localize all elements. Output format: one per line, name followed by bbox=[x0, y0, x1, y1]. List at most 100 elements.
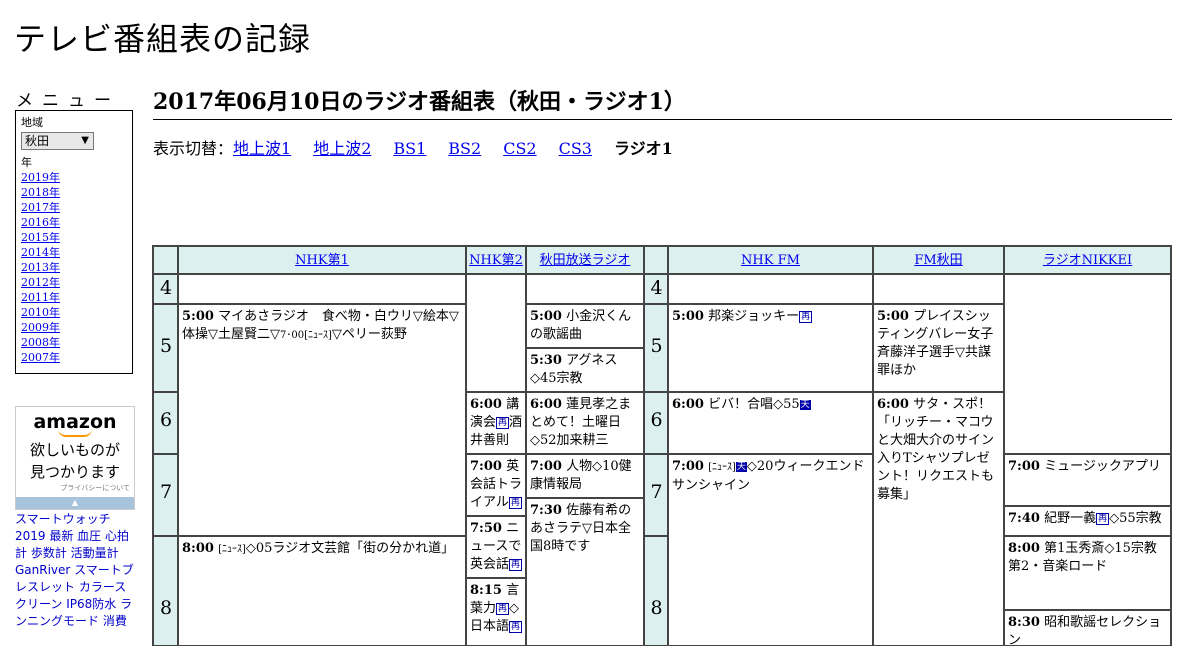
amazon-logo: amazon bbox=[33, 411, 117, 433]
weather-icon: 天 bbox=[799, 400, 811, 410]
year-link[interactable]: 2009年 bbox=[21, 320, 127, 335]
region-label: 地域 bbox=[21, 116, 43, 129]
year-link[interactable]: 2019年 bbox=[21, 170, 127, 185]
year-link[interactable]: 2011年 bbox=[21, 290, 127, 305]
program-time: 7:00 bbox=[470, 459, 502, 474]
program-cell[interactable]: 5:00 プレイスシッティングバレー女子斉藤洋子選手▽共謀罪ほか bbox=[872, 303, 1005, 393]
year-link[interactable]: 2007年 bbox=[21, 350, 127, 365]
program-title: サタ・スポ！「リッチー・マコウと大畑大介のサイン入りTシャツプレゼント！リクエス… bbox=[877, 397, 995, 502]
year-link[interactable]: 2014年 bbox=[21, 245, 127, 260]
program-cell[interactable]: 8:00 第1玉秀斎◇15宗教第2・音楽ロード bbox=[1003, 535, 1172, 611]
channel-link-nhkfm[interactable]: NHK FM bbox=[741, 253, 800, 268]
program-cell[interactable]: 8:30 昭和歌謡セレクション bbox=[1003, 609, 1172, 646]
rerun-icon: 再 bbox=[509, 559, 523, 571]
program-cell[interactable]: 7:50 ニュースで英会話再 bbox=[465, 515, 527, 579]
switch-link[interactable]: BS1 bbox=[393, 139, 426, 158]
switch-current: ラジオ1 bbox=[613, 139, 673, 158]
program-cell[interactable]: 7:00 人物◇10健康情報局 bbox=[525, 453, 645, 499]
ad-privacy-link[interactable]: プライバシーについて bbox=[16, 483, 134, 493]
rerun-icon: 再 bbox=[496, 603, 510, 615]
switch-link[interactable]: CS2 bbox=[503, 139, 536, 158]
program-time: 8:00 bbox=[1008, 541, 1040, 556]
switch-link[interactable]: 地上波2 bbox=[313, 139, 371, 158]
weather-icon: 天 bbox=[735, 462, 747, 472]
region-select[interactable]: 秋田 ▼ bbox=[21, 132, 94, 150]
program-cell[interactable]: 7:30 佐藤有希のあさラテ▽日本全国8時です bbox=[525, 497, 645, 646]
site-title: テレビ番組表の記録 bbox=[14, 20, 312, 58]
program-title: 邦楽ジョッキー bbox=[708, 309, 800, 324]
program-time: 7:30 bbox=[530, 503, 562, 518]
hour-cell: 6 bbox=[643, 391, 669, 455]
channel-header: FM秋田 bbox=[872, 245, 1005, 275]
program-cell[interactable]: 8:15 言葉力再 ◇日本語再 bbox=[465, 577, 527, 646]
program-time: 6:00 bbox=[530, 397, 562, 412]
channel-header: NHK FM bbox=[667, 245, 874, 275]
rerun-icon: 再 bbox=[799, 311, 813, 323]
region-select-value: 秋田 bbox=[25, 134, 50, 148]
ad-product-link[interactable]: スマートウォッチ 2019 最新 血圧 心拍計 歩数計 活動量計 GanRive… bbox=[15, 511, 137, 630]
program-time: 6:00 bbox=[672, 397, 704, 412]
rerun-icon: 再 bbox=[508, 497, 522, 509]
hour-cell: 7 bbox=[152, 453, 179, 537]
program-cell[interactable]: 5:00 小金沢くんの歌謡曲 bbox=[525, 303, 645, 349]
program-tag: [ﾆｭｰｽ] bbox=[218, 544, 246, 555]
hour-cell: 5 bbox=[152, 303, 179, 393]
rerun-icon: 再 bbox=[509, 621, 523, 633]
ad-tagline-1: 欲しいものが bbox=[29, 441, 120, 459]
amazon-ad[interactable]: amazon 欲しいものが 見つかります プライバシーについて ▲ bbox=[15, 406, 135, 510]
program-cell[interactable]: 6:00 蓮見孝之まとめて！土曜日◇52加来耕三 bbox=[525, 391, 645, 455]
program-cell[interactable]: 5:00 マイあさラジオ 食べ物・白ウリ▽絵本▽体操▽土屋賢二▽7･00[ﾆｭｰ… bbox=[177, 303, 467, 537]
menu-box: 地域 秋田 ▼ 年 2019年 2018年 2017年 2016年 2015年 … bbox=[15, 110, 133, 374]
program-detail: ▽ペリー荻野 bbox=[331, 327, 407, 342]
program-time: 6:00 bbox=[470, 397, 502, 412]
switch-label: 表示切替： bbox=[153, 139, 234, 158]
program-detail: ◇ bbox=[509, 601, 520, 616]
ad-expand-icon[interactable]: ▲ bbox=[16, 497, 134, 509]
program-title: ミュージックアプリ bbox=[1044, 459, 1161, 474]
year-link[interactable]: 2016年 bbox=[21, 215, 127, 230]
switch-link[interactable]: 地上波1 bbox=[233, 139, 291, 158]
channel-link-abs[interactable]: 秋田放送ラジオ bbox=[540, 253, 631, 268]
empty-slot bbox=[667, 273, 874, 305]
switch-link[interactable]: CS3 bbox=[559, 139, 592, 158]
year-link[interactable]: 2008年 bbox=[21, 335, 127, 350]
program-cell[interactable]: 6:00 ビバ！合唱◇55天 bbox=[667, 391, 874, 455]
program-cell[interactable]: 5:30 アグネス◇45宗教 bbox=[525, 347, 645, 393]
year-link[interactable]: 2010年 bbox=[21, 305, 127, 320]
rerun-icon: 再 bbox=[496, 417, 510, 429]
program-time: 5:00 bbox=[182, 309, 214, 324]
program-cell[interactable]: 7:40 紀野一義再 ◇55宗教 bbox=[1003, 505, 1172, 537]
empty-slot bbox=[872, 273, 1005, 305]
program-cell[interactable]: 7:00 ミュージックアプリ bbox=[1003, 453, 1172, 507]
rerun-icon: 再 bbox=[1096, 513, 1110, 525]
channel-link-nikkei[interactable]: ラジオNIKKEI bbox=[1043, 253, 1132, 268]
program-cell[interactable]: 6:00 サタ・スポ！「リッチー・マコウと大畑大介のサイン入りTシャツプレゼント… bbox=[872, 391, 1005, 646]
program-title: 紀野一義 bbox=[1044, 511, 1097, 526]
empty-slot bbox=[525, 273, 645, 305]
hour-cell: 4 bbox=[152, 273, 179, 305]
channel-link-nhk1[interactable]: NHK第1 bbox=[295, 253, 349, 268]
year-link[interactable]: 2018年 bbox=[21, 185, 127, 200]
channel-header: ラジオNIKKEI bbox=[1003, 245, 1172, 275]
program-time: 8:30 bbox=[1008, 615, 1040, 630]
program-cell[interactable]: 7:00 英会話トライアル再 bbox=[465, 453, 527, 517]
channel-link-nhk2[interactable]: NHK第2 bbox=[469, 253, 523, 268]
empty-slot bbox=[465, 273, 527, 393]
program-cell[interactable]: 6:00 講演会再酒井善則 bbox=[465, 391, 527, 455]
program-cell[interactable]: 7:00 [ﾆｭｰｽ]天◇20ウィークエンドサンシャイン bbox=[667, 453, 874, 646]
program-time: 5:30 bbox=[530, 353, 562, 368]
program-cell[interactable]: 5:00 邦楽ジョッキー再 bbox=[667, 303, 874, 393]
year-list: 2019年 2018年 2017年 2016年 2015年 2014年 2013… bbox=[21, 170, 127, 365]
program-time: 5:00 bbox=[672, 309, 704, 324]
chevron-down-icon: ▼ bbox=[81, 135, 89, 146]
year-link[interactable]: 2017年 bbox=[21, 200, 127, 215]
year-link[interactable]: 2012年 bbox=[21, 275, 127, 290]
year-link[interactable]: 2015年 bbox=[21, 230, 127, 245]
header-corner bbox=[643, 245, 669, 275]
year-link[interactable]: 2013年 bbox=[21, 260, 127, 275]
switch-link[interactable]: BS2 bbox=[448, 139, 481, 158]
channel-header: NHK第2 bbox=[465, 245, 527, 275]
view-switcher: 表示切替：地上波1 地上波2 BS1 BS2 CS2 CS3 ラジオ1 bbox=[153, 135, 673, 159]
program-time: 7:40 bbox=[1008, 511, 1040, 526]
channel-link-fmakita[interactable]: FM秋田 bbox=[914, 253, 962, 268]
